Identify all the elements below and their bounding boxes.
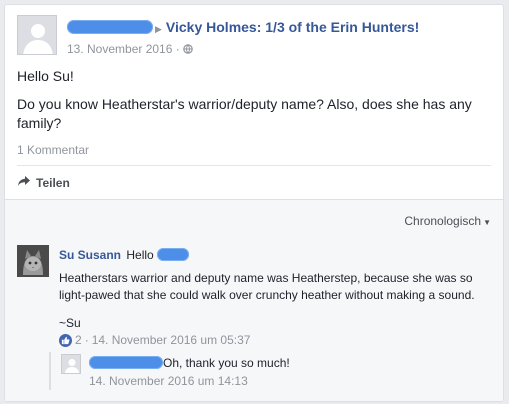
divider [17,165,491,166]
comment-meta: 2 · 14. November 2016 um 05:37 [59,333,250,347]
comments-section: Chronologisch ▼ Su Susann Hello Heatherst… [5,199,503,401]
redacted-reply-author[interactable] [89,356,163,369]
cat-avatar[interactable] [17,245,49,277]
redacted-name[interactable] [67,20,153,34]
reply-timestamp[interactable]: 14. November 2016 um 14:13 [89,374,248,388]
reply: Oh, thank you so much! 14. November 2016… [49,352,491,392]
share-button[interactable]: Teilen [17,175,70,190]
comment-count[interactable]: 1 Kommentar [17,143,89,157]
meta-separator: · [172,42,184,56]
post-greeting: Hello Su! [17,68,74,84]
post-question: Do you know Heatherstar's warrior/deputy… [17,96,472,131]
reply-thread-line [49,352,51,390]
redacted-mention[interactable] [157,248,190,261]
sort-label: Chronologisch [404,214,482,228]
default-avatar-icon[interactable] [17,15,57,55]
post-body: Hello Su! Do you know Heatherstar's warr… [17,67,483,142]
caret-down-icon: ▼ [483,218,491,227]
comment-timestamp[interactable]: 14. November 2016 um 05:37 [92,333,251,347]
comment-text: Heatherstars warrior and deputy name was… [59,271,475,302]
page-title-link[interactable]: Vicky Holmes: 1/3 of the Erin Hunters! [166,19,419,35]
globe-icon [183,42,193,56]
like-count[interactable]: 2 [75,333,82,347]
post-card: ▶ Vicky Holmes: 1/3 of the Erin Hunters! … [4,4,504,402]
share-arrow-icon [17,175,31,190]
default-avatar-icon[interactable] [61,354,81,374]
post-header: ▶ Vicky Holmes: 1/3 of the Erin Hunters! … [17,15,491,59]
post-meta: 13. November 2016 · [67,42,193,56]
comment-author[interactable]: Su Susann [59,248,121,262]
comment-signature: ~Su [59,316,81,330]
meta-separator: · [84,333,89,347]
share-label: Teilen [36,175,70,190]
like-icon[interactable] [59,333,72,347]
comment-header: Su Susann Hello [59,248,190,262]
post-title-line: ▶ Vicky Holmes: 1/3 of the Erin Hunters! [67,19,419,35]
sort-dropdown[interactable]: Chronologisch ▼ [404,214,491,228]
reply-header: Oh, thank you so much! [89,356,290,370]
arrow-right-icon: ▶ [155,24,162,34]
reply-text: Oh, thank you so much! [163,356,290,370]
comment-mention-prefix: Hello [126,248,154,262]
post-date[interactable]: 13. November 2016 [67,42,172,56]
